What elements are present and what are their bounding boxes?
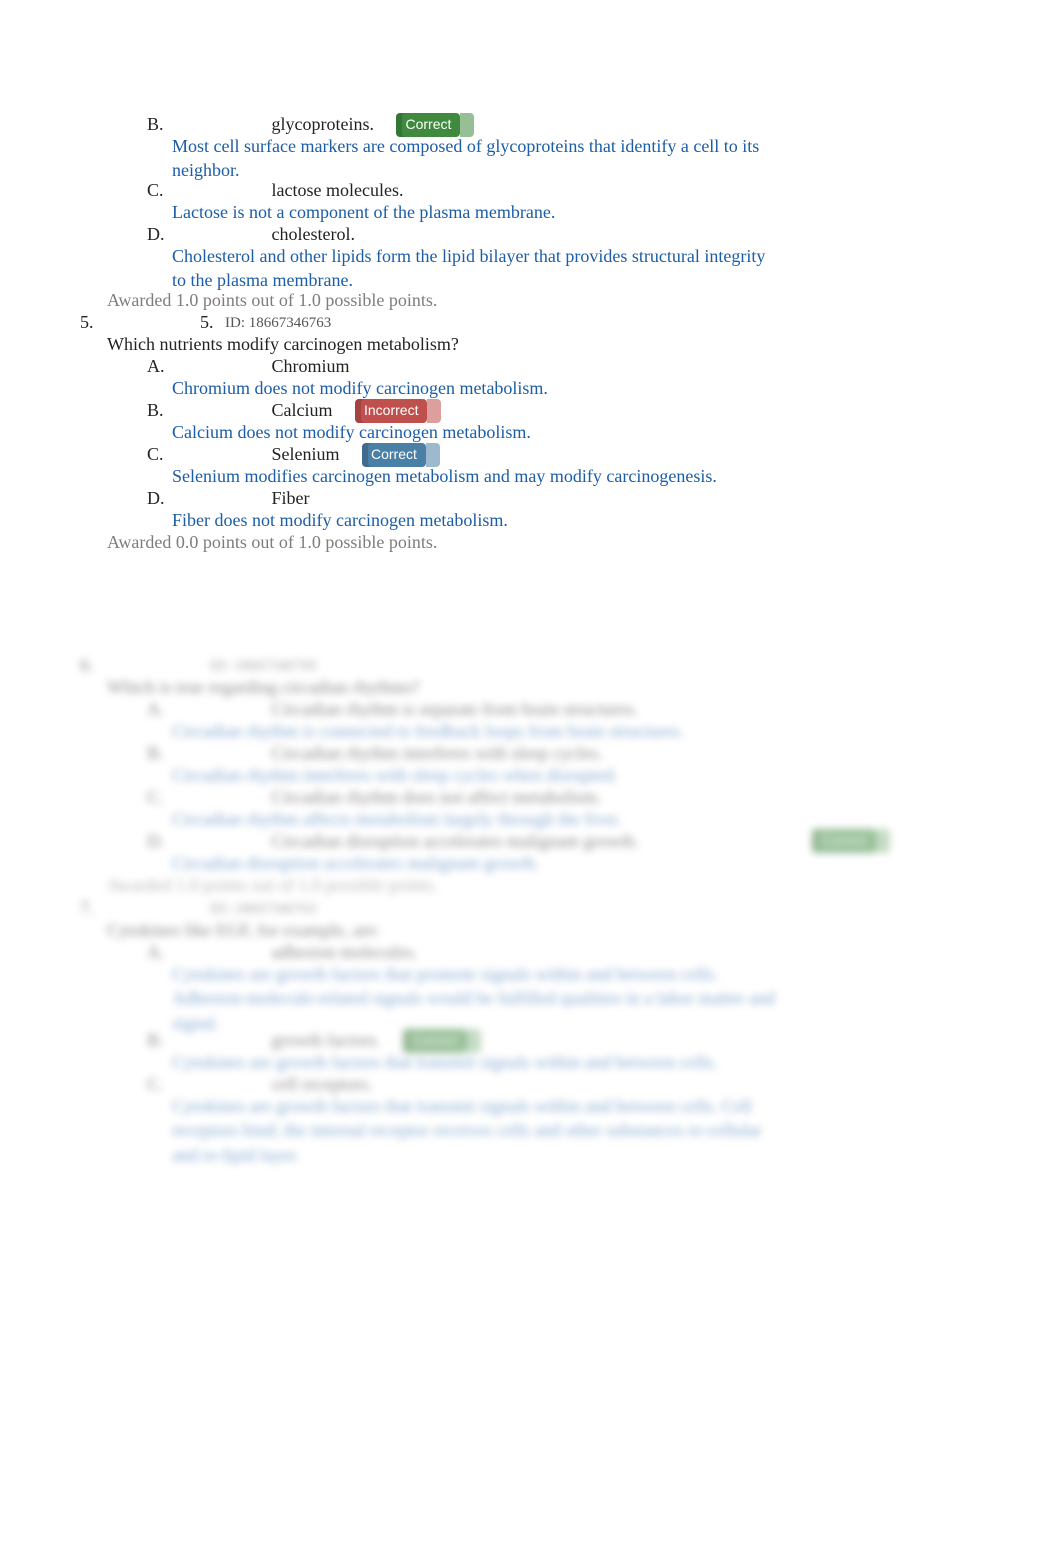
q5-option-c-explain: Selenium modifies carcinogen metabolism … — [172, 464, 782, 488]
option-letter: D. — [147, 829, 267, 853]
q5-option-a-explain: Chromium does not modify carcinogen meta… — [172, 376, 782, 400]
option-letter: C. — [147, 442, 267, 466]
q6-option-c: C. Circadian rhythm does not affect meta… — [147, 785, 787, 809]
option-text: Calcium — [272, 400, 333, 420]
option-letter: A. — [147, 697, 267, 721]
option-text: Circadian disruption accelerates maligna… — [272, 831, 639, 851]
q7-outer-number: 7. — [80, 896, 106, 920]
q5-stem: Which nutrients modify carcinogen metabo… — [107, 332, 747, 356]
option-letter: D. — [147, 486, 267, 510]
q6-option-d: D. Circadian disruption accelerates mali… — [147, 829, 787, 853]
q6-option-b: B. Circadian rhythm interferes with slee… — [147, 741, 787, 765]
q6-option-d-explain: Circadian disruption accelerates maligna… — [172, 851, 782, 875]
option-letter: A. — [147, 940, 267, 964]
option-letter: B. — [147, 1028, 267, 1052]
q6-outer-number: 6. — [80, 653, 106, 677]
option-text: Fiber — [272, 488, 310, 508]
q5-option-b-explain: Calcium does not modify carcinogen metab… — [172, 420, 782, 444]
q7-option-b-explain: Cytokines are growth factors that transm… — [172, 1050, 782, 1074]
q4-option-c-explain: Lactose is not a component of the plasma… — [172, 200, 782, 224]
q6-option-a: A. Circadian rhythm is separate from bra… — [147, 697, 787, 721]
option-text: adhesion molecules. — [272, 942, 418, 962]
q7-option-a: A. adhesion molecules. — [147, 940, 787, 964]
option-letter: C. — [147, 1072, 267, 1096]
option-text: growth factors. — [272, 1030, 381, 1050]
option-letter: B. — [147, 741, 267, 765]
option-text: cell receptors. — [272, 1074, 373, 1094]
q5-awarded: Awarded 0.0 points out of 1.0 possible p… — [107, 530, 437, 554]
option-text: Circadian rhythm does not affect metabol… — [272, 787, 602, 807]
option-letter: B. — [147, 398, 267, 422]
q7-option-a-explain: Cytokines are growth factors that promot… — [172, 962, 782, 1035]
option-letter: A. — [147, 354, 267, 378]
q4-option-d-explain: Cholesterol and other lipids form the li… — [172, 244, 782, 293]
q4-option-b-explain: Most cell surface markers are composed o… — [172, 134, 782, 183]
q7-stem: Cytokines like EGF, for example, are: — [107, 918, 747, 942]
q7-id: ID: 18667346763 — [210, 897, 316, 919]
q4-option-c: C. lactose molecules. — [147, 178, 787, 202]
q6-awarded: Awarded 1.0 points out of 1.0 possible p… — [107, 873, 437, 897]
option-letter: D. — [147, 222, 267, 246]
q6-option-c-explain: Circadian rhythm affects metabolism larg… — [172, 807, 782, 831]
q6-stem: Which is true regarding circadian rhythm… — [107, 675, 747, 699]
q4-awarded: Awarded 1.0 points out of 1.0 possible p… — [107, 288, 437, 312]
q6-id: ID: 18667346769 — [210, 654, 316, 676]
correct-badge: Correct — [812, 829, 876, 853]
option-text: glycoproteins. — [272, 114, 374, 134]
option-text: cholesterol. — [272, 224, 355, 244]
option-text: Circadian rhythm interferes with sleep c… — [272, 743, 603, 763]
option-text: Selenium — [272, 444, 340, 464]
option-letter: B. — [147, 112, 267, 136]
q5-option-d-explain: Fiber does not modify carcinogen metabol… — [172, 508, 782, 532]
q5-id: ID: 18667346763 — [225, 311, 331, 333]
q6-option-a-explain: Circadian rhythm is connected to feedbac… — [172, 719, 782, 743]
q7-option-c: C. cell receptors. — [147, 1072, 787, 1096]
q5-option-a: A. Chromium — [147, 354, 787, 378]
option-letter: C. — [147, 785, 267, 809]
quiz-page: B. glycoproteins. Correct Most cell surf… — [0, 0, 1062, 1561]
option-text: Chromium — [272, 356, 350, 376]
q5-outer-number: 5. — [80, 310, 106, 334]
q7-option-c-explain: Cytokines are growth factors that transm… — [172, 1094, 782, 1167]
option-text: lactose molecules. — [272, 180, 404, 200]
q5-option-d: D. Fiber — [147, 486, 787, 510]
q5-inner-number: 5. — [200, 310, 226, 334]
q4-option-d: D. cholesterol. — [147, 222, 787, 246]
option-letter: C. — [147, 178, 267, 202]
q6-option-b-explain: Circadian rhythm interferes with sleep c… — [172, 763, 782, 787]
option-text: Circadian rhythm is separate from brain … — [272, 699, 638, 719]
